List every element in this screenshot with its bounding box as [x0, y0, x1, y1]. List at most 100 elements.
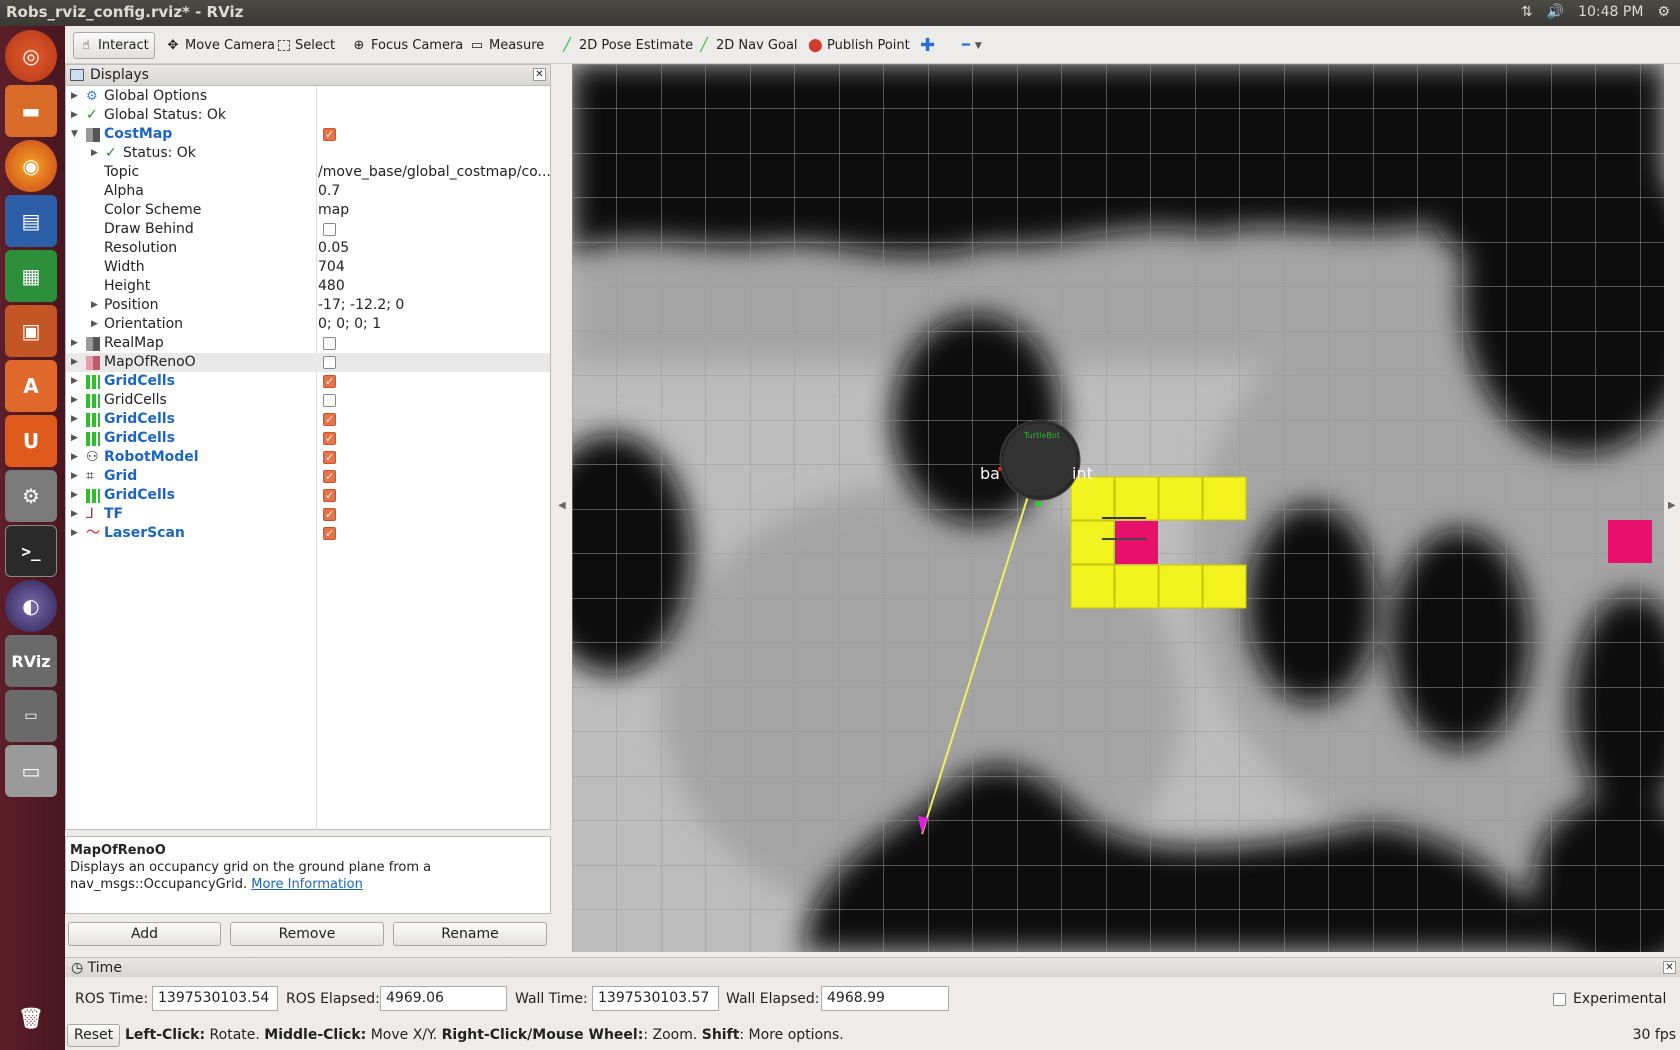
add-button[interactable]: Add	[68, 922, 221, 946]
expand-arrow-icon[interactable]: ▶	[71, 524, 78, 543]
close-icon[interactable]: ✕	[1663, 961, 1676, 974]
expand-arrow-icon[interactable]: ▶	[71, 353, 78, 372]
drive-icon[interactable]: ▭	[5, 745, 57, 797]
terminal-icon[interactable]: >_	[5, 525, 57, 577]
add-tool-button[interactable]: ✚	[915, 32, 940, 59]
expand-arrow-icon[interactable]: ▶	[71, 410, 78, 429]
tree-row-tf[interactable]: ▶ ⅃ TF	[66, 505, 550, 524]
expand-arrow-icon[interactable]: ▶	[91, 144, 98, 163]
publish-point-tool-button[interactable]: ⬤ Publish Point	[803, 32, 915, 59]
tree-row-grid[interactable]: ▶ ⌗ Grid	[66, 467, 550, 486]
system-settings-icon[interactable]: ⚙	[5, 470, 57, 522]
tree-row-costmap-status[interactable]: ▶ ✓ Status: Ok	[66, 144, 550, 163]
property-value[interactable]: /move_base/global_costmap/co...	[318, 163, 551, 182]
collapse-left-icon[interactable]: ◀	[558, 500, 566, 511]
collapse-arrow-icon[interactable]: ▼	[71, 125, 78, 144]
nav-goal-tool-button[interactable]: ╱ 2D Nav Goal	[692, 32, 803, 59]
move-camera-tool-button[interactable]: ✥ Move Camera	[161, 32, 280, 59]
property-topic[interactable]: Topic /move_base/global_costmap/co...	[66, 163, 551, 182]
files-icon[interactable]: ▬	[5, 85, 57, 137]
wall-time-field[interactable]: 1397530103.57	[592, 986, 719, 1011]
tree-row-gridcells[interactable]: ▶ GridCells	[66, 410, 550, 429]
impress-icon[interactable]: ▣	[5, 305, 57, 357]
focus-camera-tool-button[interactable]: ⊕ Focus Camera	[347, 32, 468, 59]
software-center-icon[interactable]: A	[5, 360, 57, 412]
enable-checkbox[interactable]	[323, 410, 336, 429]
tree-row-mapofrenoo[interactable]: ▶ MapOfRenoO	[66, 353, 550, 372]
tree-row-gridcells[interactable]: ▶ GridCells	[66, 372, 550, 391]
enable-checkbox[interactable]	[323, 429, 336, 448]
volume-icon[interactable]: 🔊	[1547, 4, 1564, 20]
more-information-link[interactable]: More Information	[251, 877, 363, 892]
firefox-icon[interactable]: ◉	[5, 140, 57, 192]
expand-arrow-icon[interactable]: ▶	[71, 429, 78, 448]
workspace-switcher-icon[interactable]: ▭	[5, 690, 57, 742]
enable-checkbox[interactable]	[323, 394, 336, 407]
enable-checkbox[interactable]	[323, 372, 336, 391]
property-draw-behind[interactable]: Draw Behind	[66, 220, 550, 239]
expand-arrow-icon[interactable]: ▶	[71, 486, 78, 505]
enable-checkbox[interactable]	[323, 125, 336, 144]
property-alpha[interactable]: Alpha 0.7	[66, 182, 550, 201]
property-resolution[interactable]: Resolution 0.05	[66, 239, 550, 258]
calc-icon[interactable]: ▦	[5, 250, 57, 302]
property-value[interactable]: map	[318, 201, 349, 220]
tree-row-global-status[interactable]: ▶ ✓ Global Status: Ok	[66, 106, 550, 125]
expand-arrow-icon[interactable]: ▶	[71, 467, 78, 486]
clock[interactable]: 10:48 PM	[1578, 4, 1643, 20]
tree-row-gridcells[interactable]: ▶ GridCells	[66, 486, 550, 505]
enable-checkbox[interactable]	[323, 448, 336, 467]
expand-arrow-icon[interactable]: ▶	[71, 391, 78, 410]
ubuntu-home-icon[interactable]: ◎	[5, 30, 57, 82]
remove-button[interactable]: Remove	[230, 922, 384, 946]
settings-icon[interactable]: ⚙	[1657, 4, 1670, 20]
trash-icon[interactable]: 🗑	[5, 992, 57, 1044]
experimental-checkbox[interactable]	[1553, 993, 1566, 1006]
expand-arrow-icon[interactable]: ▶	[91, 296, 98, 315]
pose-estimate-tool-button[interactable]: ╱ 2D Pose Estimate	[555, 32, 698, 59]
writer-icon[interactable]: ▤	[5, 195, 57, 247]
network-icon[interactable]: ⇅	[1521, 4, 1533, 20]
property-value[interactable]: 704	[318, 258, 345, 277]
expand-arrow-icon[interactable]: ▶	[71, 106, 78, 125]
ros-time-field[interactable]: 1397530103.54	[152, 986, 278, 1011]
rename-button[interactable]: Rename	[393, 922, 547, 946]
select-tool-button[interactable]: Select	[273, 32, 340, 59]
tree-row-laserscan[interactable]: ▶ 〜 LaserScan	[66, 524, 550, 543]
expand-arrow-icon[interactable]: ▶	[71, 87, 78, 106]
close-icon[interactable]: ✕	[533, 68, 546, 81]
property-width[interactable]: Width 704	[66, 258, 550, 277]
property-color-scheme[interactable]: Color Scheme map	[66, 201, 550, 220]
property-value[interactable]: 480	[318, 277, 345, 296]
tree-row-global-options[interactable]: ▶ ⚙ Global Options	[66, 87, 550, 106]
reset-button[interactable]: Reset	[67, 1024, 121, 1047]
ros-elapsed-field[interactable]: 4969.06	[380, 986, 507, 1011]
property-value[interactable]: 0.05	[318, 239, 349, 258]
tree-row-realmap[interactable]: ▶ RealMap	[66, 334, 550, 353]
tree-row-robotmodel[interactable]: ▶ ⚇ RobotModel	[66, 448, 550, 467]
remove-tool-button[interactable]: ━ ▼	[957, 32, 987, 59]
enable-checkbox[interactable]	[323, 337, 336, 350]
enable-checkbox[interactable]	[323, 505, 336, 524]
tree-row-costmap[interactable]: ▼ CostMap	[66, 125, 550, 144]
property-orientation[interactable]: ▶ Orientation 0; 0; 0; 1	[66, 315, 550, 334]
3d-viewport[interactable]: TurtleBot ba int	[572, 64, 1664, 952]
collapse-right-icon[interactable]: ▶	[1668, 500, 1676, 511]
tree-row-gridcells[interactable]: ▶ GridCells	[66, 391, 550, 410]
expand-arrow-icon[interactable]: ▶	[71, 448, 78, 467]
enable-checkbox[interactable]	[323, 356, 336, 369]
property-value[interactable]: -17; -12.2; 0	[318, 296, 404, 315]
ubuntu-one-icon[interactable]: U	[5, 415, 57, 467]
expand-arrow-icon[interactable]: ▶	[91, 315, 98, 334]
enable-checkbox[interactable]	[323, 486, 336, 505]
property-value[interactable]: 0.7	[318, 182, 340, 201]
property-position[interactable]: ▶ Position -17; -12.2; 0	[66, 296, 550, 315]
tree-row-gridcells[interactable]: ▶ GridCells	[66, 429, 550, 448]
enable-checkbox[interactable]	[323, 524, 336, 543]
enable-checkbox[interactable]	[323, 467, 336, 486]
eclipse-icon[interactable]: ◐	[5, 580, 57, 632]
expand-arrow-icon[interactable]: ▶	[71, 334, 78, 353]
expand-arrow-icon[interactable]: ▶	[71, 372, 78, 391]
rviz-icon[interactable]: RViz	[5, 635, 57, 687]
draw-behind-checkbox[interactable]	[323, 223, 336, 236]
